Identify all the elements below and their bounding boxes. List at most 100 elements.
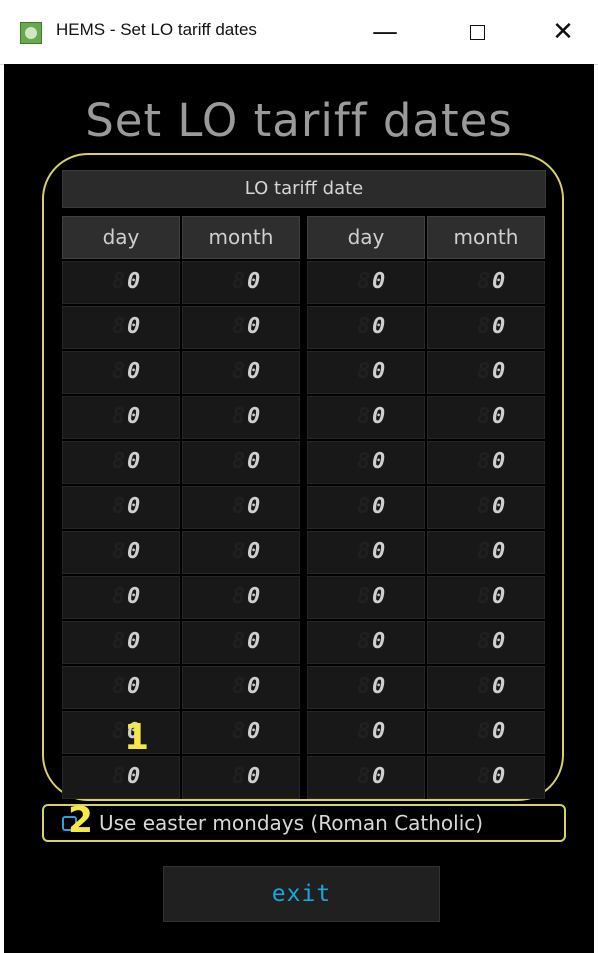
left-day-field-10[interactable]: 80	[62, 666, 180, 709]
left-day-field-12[interactable]: 80	[62, 756, 180, 799]
right-day-field-4[interactable]: 80	[307, 396, 425, 439]
left-month-field-3[interactable]: 80	[182, 351, 300, 394]
digit-placeholder: 8	[232, 449, 246, 474]
page-title: Set LO tariff dates	[85, 94, 513, 147]
right-day-field-5[interactable]: 80	[307, 441, 425, 484]
left-month-field-8[interactable]: 80	[182, 576, 300, 619]
right-month-field-7[interactable]: 80	[427, 531, 545, 574]
digit-value: 0	[127, 629, 141, 654]
digit-placeholder: 8	[477, 449, 491, 474]
left-month-field-2[interactable]: 80	[182, 306, 300, 349]
right-day-field-10[interactable]: 80	[307, 666, 425, 709]
digit-value: 0	[247, 314, 261, 339]
left-day-field-6[interactable]: 80	[62, 486, 180, 529]
digit-placeholder: 8	[232, 719, 246, 744]
digit-placeholder: 8	[477, 674, 491, 699]
column-header-day: day	[62, 216, 180, 259]
right-day-field-11[interactable]: 80	[307, 711, 425, 754]
left-month-field-5[interactable]: 80	[182, 441, 300, 484]
right-month-field-10[interactable]: 80	[427, 666, 545, 709]
right-month-field-4[interactable]: 80	[427, 396, 545, 439]
left-month-field-10[interactable]: 80	[182, 666, 300, 709]
digit-value: 0	[372, 404, 386, 429]
digit-placeholder: 8	[357, 314, 371, 339]
digit-value: 0	[492, 719, 506, 744]
maximize-button[interactable]	[454, 12, 500, 52]
right-day-field-1[interactable]: 80	[307, 261, 425, 304]
annotation-marker-2: 2	[68, 800, 94, 841]
easter-mondays-row[interactable]: 2 Use easter mondays (Roman Catholic)	[42, 800, 566, 842]
digit-placeholder: 8	[477, 494, 491, 519]
digit-placeholder: 8	[112, 314, 126, 339]
right-day-field-9[interactable]: 80	[307, 621, 425, 664]
left-day-field-1[interactable]: 80	[62, 261, 180, 304]
right-day-field-2[interactable]: 80	[307, 306, 425, 349]
left-month-field-11[interactable]: 80	[182, 711, 300, 754]
digit-placeholder: 8	[112, 764, 126, 789]
right-month-field-1[interactable]: 80	[427, 261, 545, 304]
digit-value: 0	[492, 314, 506, 339]
digit-value: 0	[127, 674, 141, 699]
digit-placeholder: 8	[357, 674, 371, 699]
left-day-field-9[interactable]: 80	[62, 621, 180, 664]
digit-placeholder: 8	[232, 359, 246, 384]
digit-placeholder: 8	[357, 449, 371, 474]
right-month-field-12[interactable]: 80	[427, 756, 545, 799]
digit-placeholder: 8	[477, 629, 491, 654]
digit-value: 0	[247, 449, 261, 474]
digit-value: 0	[247, 359, 261, 384]
digit-placeholder: 8	[232, 629, 246, 654]
right-day-field-8[interactable]: 80	[307, 576, 425, 619]
right-month-field-8[interactable]: 80	[427, 576, 545, 619]
left-day-field-4[interactable]: 80	[62, 396, 180, 439]
left-month-field-9[interactable]: 80	[182, 621, 300, 664]
digit-value: 0	[372, 494, 386, 519]
digit-value: 0	[247, 674, 261, 699]
right-month-field-2[interactable]: 80	[427, 306, 545, 349]
left-month-field-12[interactable]: 80	[182, 756, 300, 799]
digit-placeholder: 8	[112, 539, 126, 564]
right-month-field-11[interactable]: 80	[427, 711, 545, 754]
left-month-field-1[interactable]: 80	[182, 261, 300, 304]
digit-value: 0	[247, 269, 261, 294]
right-day-field-6[interactable]: 80	[307, 486, 425, 529]
digit-placeholder: 8	[477, 404, 491, 429]
digit-placeholder: 8	[112, 449, 126, 474]
digit-value: 0	[372, 764, 386, 789]
digit-value: 0	[492, 404, 506, 429]
digit-placeholder: 8	[357, 494, 371, 519]
digit-value: 0	[127, 404, 141, 429]
right-month-field-5[interactable]: 80	[427, 441, 545, 484]
right-month-field-6[interactable]: 80	[427, 486, 545, 529]
left-day-field-11[interactable]: 80	[62, 711, 180, 754]
left-month-field-4[interactable]: 80	[182, 396, 300, 439]
right-day-field-7[interactable]: 80	[307, 531, 425, 574]
left-month-field-7[interactable]: 80	[182, 531, 300, 574]
left-day-field-7[interactable]: 80	[62, 531, 180, 574]
digit-value: 0	[127, 449, 141, 474]
right-day-field-3[interactable]: 80	[307, 351, 425, 394]
date-grid-left: day month 8 0 8 0 8 0 8 0 8 0 8 0 8 0 8 0 8 0 8 0 8 0 8 0 8 0 8 0 8 0 8 0…	[62, 216, 300, 799]
exit-button[interactable]: exit	[163, 866, 440, 922]
digit-value: 0	[127, 584, 141, 609]
right-day-field-12[interactable]: 80	[307, 756, 425, 799]
digit-value: 0	[372, 719, 386, 744]
left-day-field-3[interactable]: 80	[62, 351, 180, 394]
close-button[interactable]: ✕	[540, 12, 586, 52]
left-month-field-6[interactable]: 80	[182, 486, 300, 529]
left-day-field-2[interactable]: 80	[62, 306, 180, 349]
right-month-field-9[interactable]: 80	[427, 621, 545, 664]
digit-placeholder: 8	[357, 629, 371, 654]
left-day-field-8[interactable]: 80	[62, 576, 180, 619]
digit-placeholder: 8	[112, 629, 126, 654]
digit-placeholder: 8	[357, 359, 371, 384]
digit-value: 0	[247, 629, 261, 654]
minimize-button[interactable]: —	[362, 12, 408, 52]
digit-placeholder: 8	[477, 764, 491, 789]
left-day-field-5[interactable]: 80	[62, 441, 180, 484]
right-month-field-3[interactable]: 80	[427, 351, 545, 394]
digit-placeholder: 8	[232, 674, 246, 699]
digit-value: 0	[492, 674, 506, 699]
digit-placeholder: 8	[477, 359, 491, 384]
digit-value: 0	[127, 539, 141, 564]
